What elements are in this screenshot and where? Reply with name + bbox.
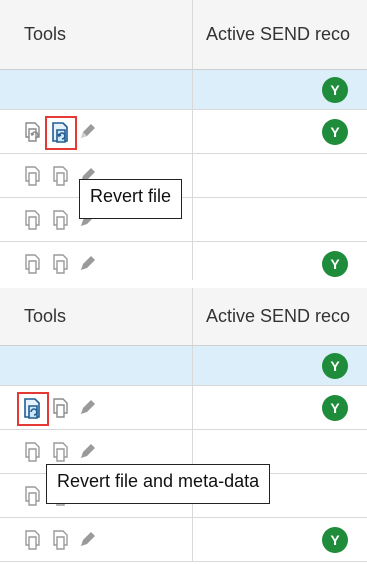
column-divider: [192, 110, 193, 153]
tooltip: Revert file and meta-data: [46, 464, 271, 504]
revert-file-and-metadata-icon[interactable]: [22, 253, 44, 277]
active-badge: Y: [322, 77, 348, 103]
column-divider: [192, 154, 193, 197]
revert-file-and-metadata-icon[interactable]: [22, 165, 44, 189]
edit-pencil-icon[interactable]: [78, 253, 100, 277]
table-row: Y: [0, 110, 367, 154]
column-divider: [192, 242, 193, 280]
revert-file-icon[interactable]: [50, 529, 72, 553]
column-divider: [192, 0, 193, 69]
edit-pencil-icon[interactable]: [78, 529, 100, 553]
revert-file-and-metadata-icon[interactable]: [22, 485, 44, 509]
table-row: [0, 198, 367, 242]
edit-pencil-icon[interactable]: [78, 441, 100, 465]
revert-file-icon[interactable]: [45, 116, 77, 150]
revert-file-and-metadata-icon[interactable]: [22, 441, 44, 465]
column-header-tools: Tools: [24, 24, 67, 44]
column-divider: [192, 346, 193, 385]
column-header-active-send[interactable]: Active SEND reco: [206, 24, 350, 45]
column-header-active-send[interactable]: Active SEND reco: [206, 306, 350, 327]
table-row: [0, 154, 367, 198]
column-divider: [192, 386, 193, 429]
table-header: Tools Active SEND reco: [0, 0, 367, 70]
edit-pencil-icon[interactable]: [78, 121, 100, 145]
edit-pencil-icon[interactable]: [78, 397, 100, 421]
column-divider: [192, 288, 193, 345]
revert-file-and-metadata-icon[interactable]: [17, 392, 49, 426]
revert-file-icon[interactable]: [50, 397, 72, 421]
active-badge: Y: [322, 119, 348, 145]
active-badge: Y: [322, 353, 348, 379]
column-divider: [192, 198, 193, 241]
tooltip: Revert file: [79, 179, 183, 219]
table-header: Tools Active SEND reco: [0, 288, 367, 346]
revert-file-and-metadata-icon[interactable]: [22, 121, 44, 145]
column-header-tools: Tools: [24, 306, 67, 326]
filter-row: Y: [0, 346, 367, 386]
table-row: Y: [0, 386, 367, 430]
active-badge: Y: [322, 527, 348, 553]
active-badge: Y: [322, 251, 348, 277]
filter-row: Y: [0, 70, 367, 110]
panel-bottom: Tools Active SEND reco Y Y Y: [0, 288, 367, 564]
revert-file-icon[interactable]: [50, 441, 72, 465]
column-divider: [192, 518, 193, 561]
revert-file-and-metadata-icon[interactable]: [22, 529, 44, 553]
revert-file-icon[interactable]: [50, 209, 72, 233]
revert-file-icon[interactable]: [50, 253, 72, 277]
panel-top: Tools Active SEND reco Y Y Y: [0, 0, 367, 280]
table-row: Y: [0, 242, 367, 280]
column-divider: [192, 70, 193, 109]
table-row: Y: [0, 518, 367, 562]
revert-file-and-metadata-icon[interactable]: [22, 209, 44, 233]
active-badge: Y: [322, 395, 348, 421]
revert-file-icon[interactable]: [50, 165, 72, 189]
